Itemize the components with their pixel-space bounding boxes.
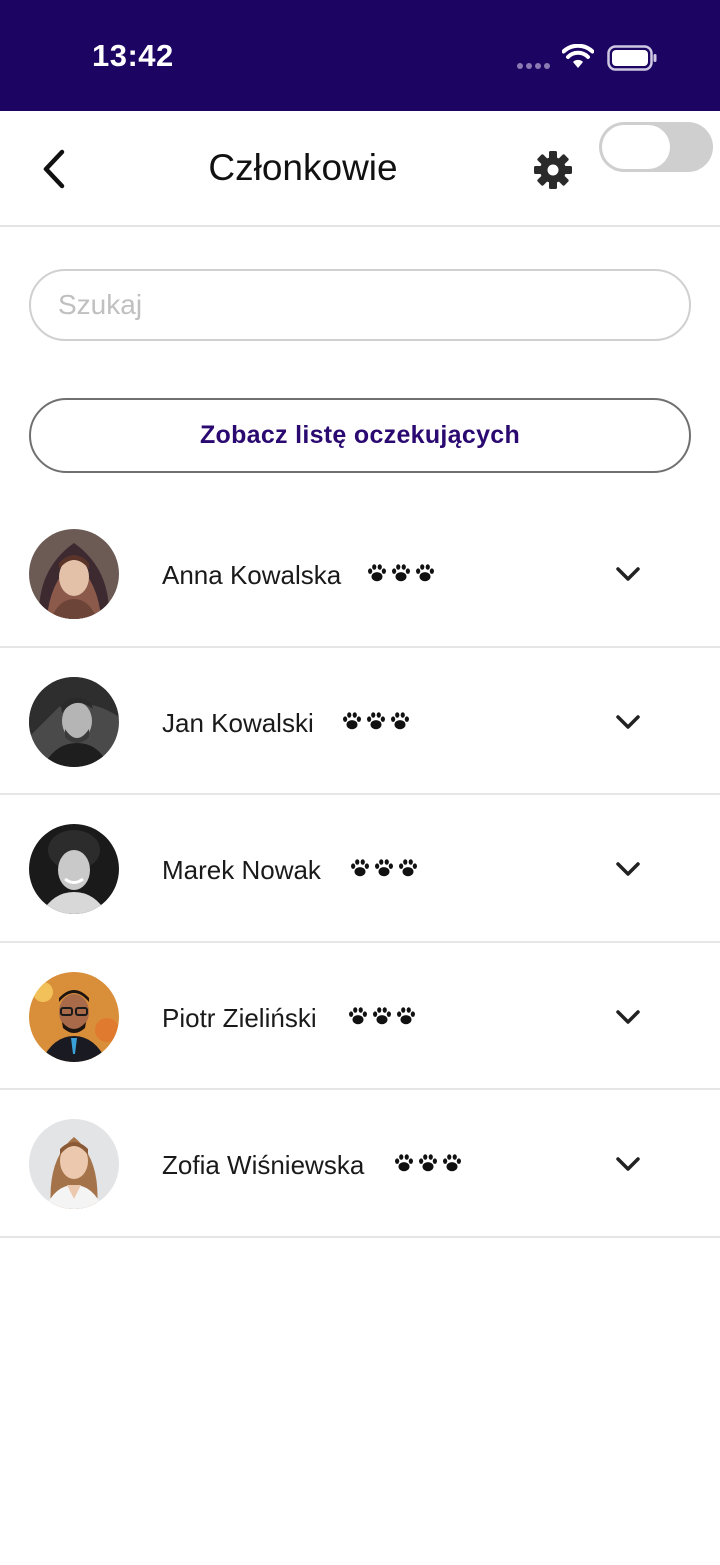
paw-icon [395, 1154, 413, 1172]
paw-icon [416, 564, 434, 582]
settings-button[interactable] [530, 147, 576, 193]
avatar [29, 824, 119, 914]
expand-button[interactable] [608, 853, 648, 885]
paw-icon [391, 711, 409, 729]
member-name: Jan Kowalski [162, 707, 314, 738]
status-time: 13:42 [92, 38, 174, 73]
wifi-icon [562, 44, 594, 68]
gear-icon [534, 151, 572, 189]
member-name: Zofia Wiśniewska [162, 1150, 365, 1180]
paw-rating [341, 710, 411, 734]
chevron-down-icon [616, 567, 640, 581]
paw-icon [375, 859, 393, 877]
expand-button[interactable] [608, 706, 648, 738]
paw-icon [351, 859, 369, 877]
paw-icon [373, 1006, 391, 1024]
members-list: Anna Kowalska Jan Kowalski Marek Nowak P… [0, 500, 720, 1238]
member-row[interactable]: Anna Kowalska [0, 500, 720, 648]
battery-icon [607, 45, 657, 71]
chevron-down-icon [616, 1157, 640, 1171]
back-button[interactable] [30, 145, 78, 193]
status-bar: 13:42 [0, 0, 720, 111]
waitlist-button[interactable]: Zobacz listę oczekujących [29, 398, 691, 473]
page-title: Członkowie [208, 147, 398, 188]
toggle-knob [602, 125, 670, 169]
expand-button[interactable] [608, 1148, 648, 1180]
paw-icon [443, 1154, 461, 1172]
chevron-left-icon [43, 149, 65, 189]
avatar [29, 1119, 119, 1209]
member-row[interactable]: Jan Kowalski [0, 648, 720, 795]
avatar [29, 971, 119, 1062]
paw-icon [349, 1006, 367, 1024]
paw-icon [419, 1154, 437, 1172]
paw-icon [368, 564, 386, 582]
header: Członkowie [0, 111, 720, 227]
toggle-switch[interactable] [599, 122, 713, 172]
avatar [29, 529, 119, 619]
paw-icon [397, 1006, 415, 1024]
member-row[interactable]: Piotr Zieliński [0, 943, 720, 1090]
member-row[interactable]: Marek Nowak [0, 795, 720, 943]
paw-icon [367, 711, 385, 729]
paw-rating [347, 1005, 417, 1029]
paw-rating [393, 1152, 463, 1176]
avatar [29, 676, 119, 767]
member-name: Anna Kowalska [162, 560, 342, 590]
signal-dots-icon [517, 63, 550, 69]
member-name: Marek Nowak [162, 855, 321, 885]
chevron-down-icon [616, 714, 640, 729]
chevron-down-icon [616, 1009, 640, 1024]
expand-button[interactable] [608, 558, 648, 590]
member-row[interactable]: Zofia Wiśniewska [0, 1090, 720, 1238]
member-name: Piotr Zieliński [162, 1002, 317, 1033]
paw-rating [366, 562, 436, 586]
search-input[interactable] [29, 269, 691, 341]
chevron-down-icon [616, 862, 640, 876]
paw-rating [349, 857, 419, 881]
expand-button[interactable] [608, 1001, 648, 1033]
paw-icon [392, 564, 410, 582]
paw-icon [343, 711, 361, 729]
paw-icon [399, 859, 417, 877]
